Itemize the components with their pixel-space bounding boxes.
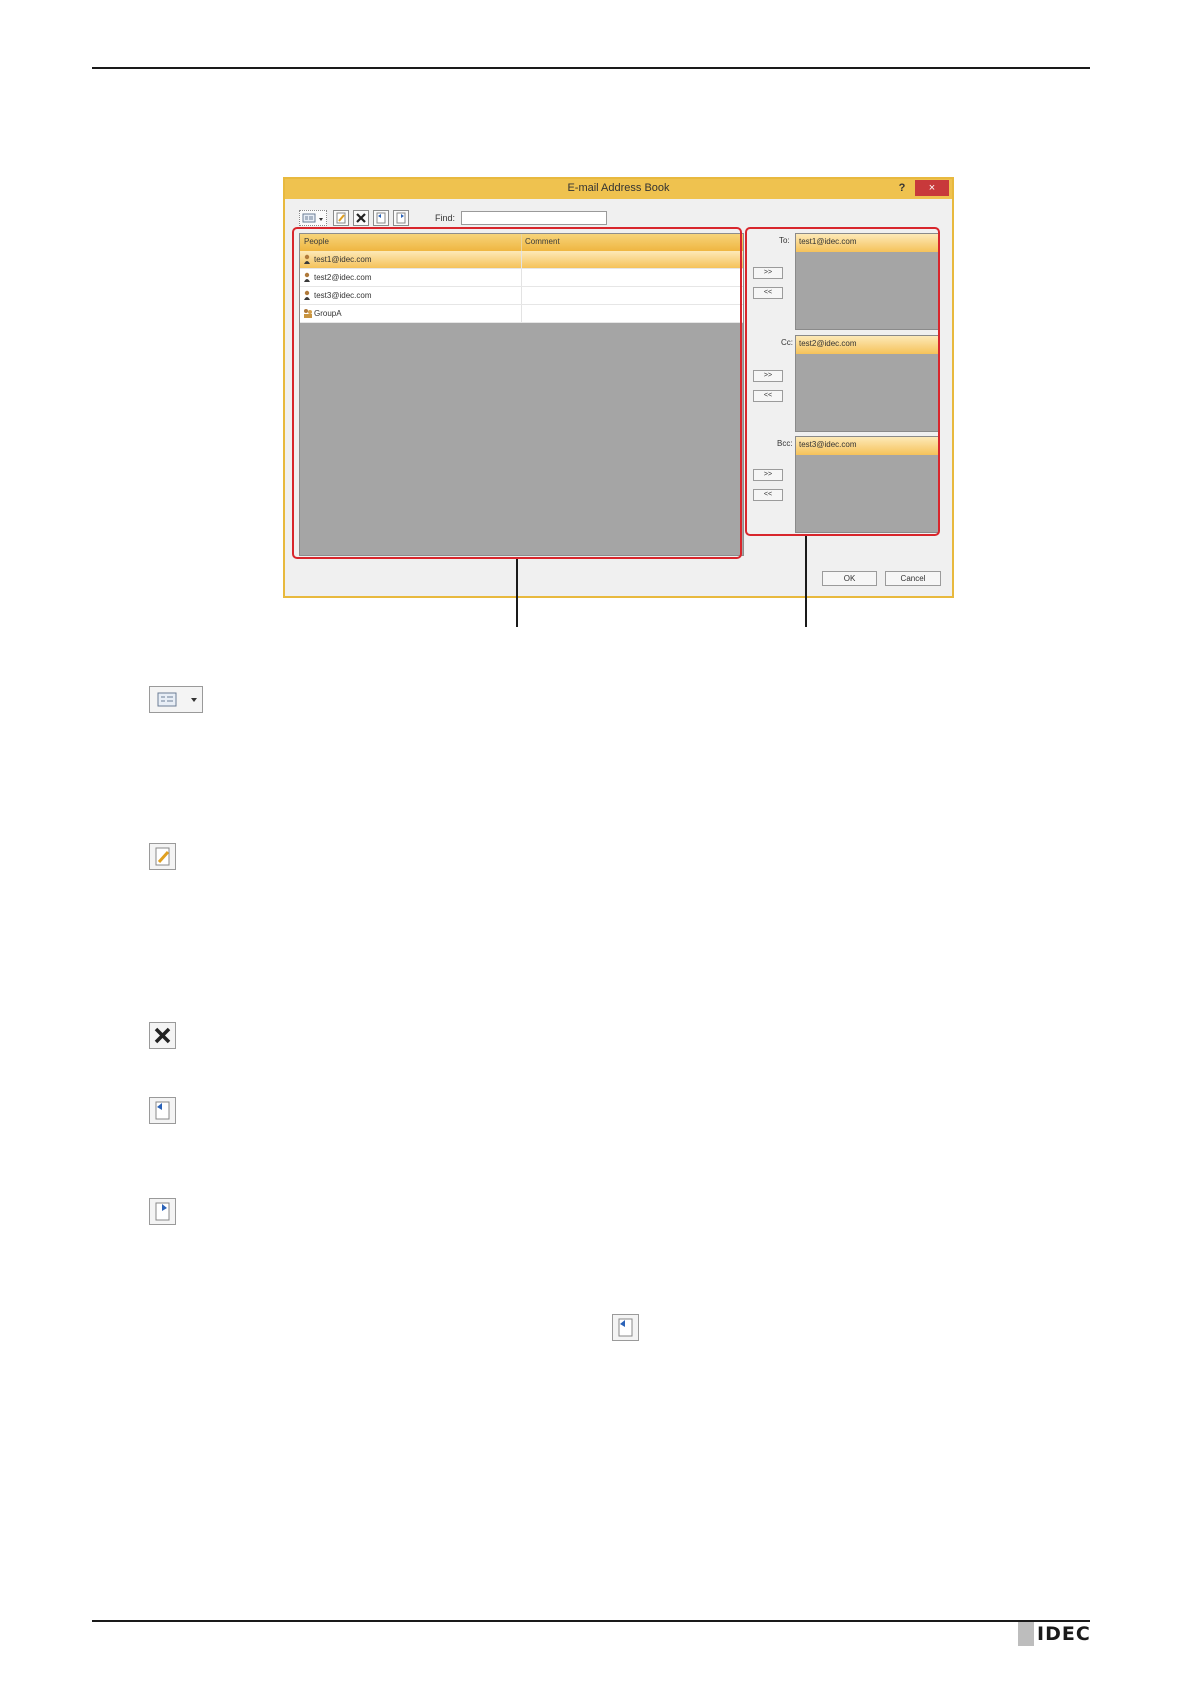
import-button[interactable] (373, 210, 389, 226)
view-icon (302, 213, 323, 223)
view-dropdown-button[interactable] (299, 210, 327, 226)
inline-import-reference (612, 1314, 639, 1341)
help-button[interactable]: ? (892, 180, 912, 197)
title-bar: E-mail Address Book ? × (285, 179, 952, 199)
people-list-callout (292, 227, 742, 559)
ok-button[interactable]: OK (822, 571, 877, 586)
import-icon (376, 212, 386, 224)
dialog-title: E-mail Address Book (567, 182, 670, 194)
delete-button[interactable] (353, 210, 369, 226)
delete-icon (356, 213, 366, 223)
edit-icon (155, 847, 170, 866)
edit-icon (336, 212, 346, 224)
header-rule (92, 67, 1090, 69)
import-icon (618, 1318, 633, 1337)
view-icon (157, 692, 197, 707)
view-dropdown-reference (149, 686, 203, 713)
cancel-button[interactable]: Cancel (885, 571, 941, 586)
edit-button[interactable] (333, 210, 349, 226)
people-list-leader-line (516, 559, 518, 627)
footer-rule (92, 1620, 1090, 1622)
export-icon (155, 1202, 170, 1221)
close-button[interactable]: × (915, 180, 949, 196)
export-icon (396, 212, 406, 224)
logo-mark (1018, 1622, 1034, 1646)
delete-icon (154, 1027, 171, 1044)
logo-text: IDEC (1037, 1623, 1091, 1645)
find-input[interactable] (461, 211, 607, 225)
delete-reference (149, 1022, 176, 1049)
import-icon (155, 1101, 170, 1120)
edit-reference (149, 843, 176, 870)
recipients-leader-line (805, 536, 807, 627)
find-label: Find: (435, 213, 456, 223)
export-button[interactable] (393, 210, 409, 226)
import-reference (149, 1097, 176, 1124)
export-reference (149, 1198, 176, 1225)
recipients-callout (745, 227, 940, 536)
